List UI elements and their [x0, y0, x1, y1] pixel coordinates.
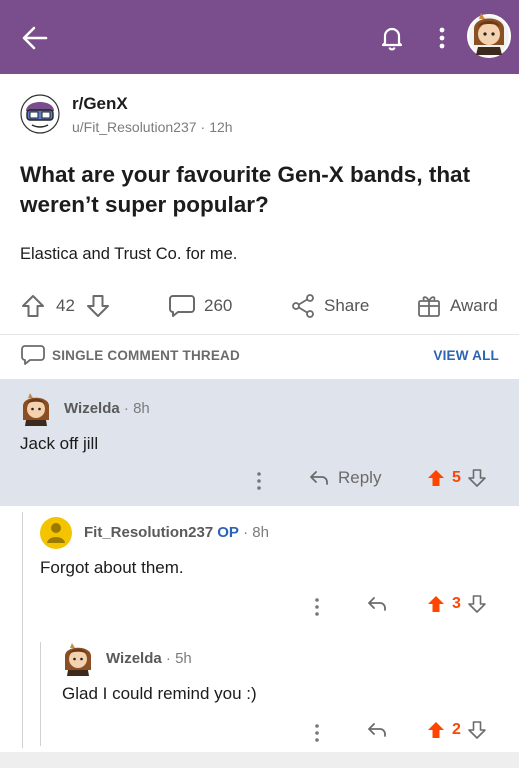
- comment-text: Jack off jill: [20, 434, 99, 453]
- thread-label: SINGLE COMMENT THREAD: [52, 348, 240, 363]
- subreddit-avatar[interactable]: [20, 94, 60, 134]
- comment-vote: 5: [426, 468, 487, 488]
- reply-label: Reply: [338, 468, 382, 487]
- view-all-link[interactable]: VIEW ALL: [433, 348, 499, 363]
- reply-icon: [368, 723, 386, 737]
- top-app-bar: [0, 0, 519, 74]
- comment-1: Wizelda · 8h Jack off jill Reply 5: [20, 392, 500, 502]
- comment-author[interactable]: Wizelda · 8h: [64, 400, 150, 417]
- separator: ·: [200, 119, 206, 135]
- user-avatar[interactable]: [466, 9, 512, 59]
- downvote-icon[interactable]: [467, 594, 487, 614]
- bell-icon[interactable]: [378, 24, 406, 52]
- share-icon: [292, 294, 314, 318]
- upvote-active-icon[interactable]: [426, 720, 446, 740]
- post-body: Elastica and Trust Co. for me.: [20, 245, 238, 263]
- post-age: 12h: [209, 119, 233, 135]
- vote-group: 42: [20, 286, 111, 326]
- back-arrow-icon[interactable]: [20, 24, 50, 52]
- downvote-icon[interactable]: [85, 293, 111, 319]
- comment-vote: 3: [426, 594, 487, 614]
- divider: [0, 334, 519, 335]
- comment-text: Forgot about them.: [40, 558, 184, 577]
- comment-score: 5: [452, 469, 461, 486]
- comment-score: 2: [452, 721, 461, 738]
- award-label: Award: [450, 296, 498, 315]
- comment-actions: 2: [62, 718, 500, 748]
- post-header: r/GenX u/Fit_Resolution237 · 12h: [20, 92, 500, 142]
- more-vertical-icon[interactable]: [312, 722, 322, 744]
- reply-button[interactable]: [366, 594, 396, 614]
- comment-3: Wizelda · 5h Glad I could remind you :) …: [62, 642, 500, 752]
- more-vertical-icon[interactable]: [254, 470, 264, 492]
- comment-author[interactable]: Fit_Resolution237 OP · 8h: [84, 524, 269, 541]
- downvote-icon[interactable]: [467, 720, 487, 740]
- comments-button[interactable]: 260: [168, 286, 232, 326]
- thread-line: [22, 512, 23, 748]
- more-vertical-icon[interactable]: [432, 24, 452, 52]
- reply-button[interactable]: [366, 720, 396, 740]
- subreddit-name[interactable]: r/GenX: [72, 94, 128, 114]
- op-badge: OP: [217, 524, 239, 541]
- bottom-band: [0, 752, 519, 768]
- comment-avatar[interactable]: [20, 392, 52, 426]
- comment-count: 260: [204, 296, 233, 315]
- comment-vote: 2: [426, 720, 487, 740]
- reply-icon: [368, 597, 386, 611]
- comment-text: Glad I could remind you :): [62, 684, 257, 703]
- upvote-active-icon[interactable]: [426, 468, 446, 488]
- thread-line-nested: [40, 642, 41, 746]
- comment-actions: Reply 5: [20, 466, 500, 496]
- comment-score: 3: [452, 595, 461, 612]
- post-title: What are your favourite Gen-X bands, tha…: [20, 162, 471, 217]
- comment-avatar[interactable]: [62, 642, 94, 676]
- reply-button[interactable]: Reply: [308, 468, 381, 488]
- comment-author[interactable]: Wizelda · 5h: [106, 650, 192, 667]
- post-author[interactable]: u/Fit_Resolution237: [72, 119, 197, 135]
- share-button[interactable]: Share: [290, 286, 369, 326]
- thread-bar: SINGLE COMMENT THREAD VIEW ALL: [0, 336, 519, 376]
- more-vertical-icon[interactable]: [312, 596, 322, 618]
- upvote-icon[interactable]: [20, 293, 46, 319]
- upvote-active-icon[interactable]: [426, 594, 446, 614]
- award-icon: [418, 296, 440, 317]
- downvote-icon[interactable]: [467, 468, 487, 488]
- comment-avatar[interactable]: [40, 516, 72, 550]
- share-label: Share: [324, 296, 370, 315]
- comment-actions: 3: [40, 592, 500, 622]
- upvote-count: 42: [56, 296, 75, 315]
- post-meta: u/Fit_Resolution237 · 12h: [72, 119, 233, 135]
- comment-2: Fit_Resolution237 OP · 8h Forgot about th…: [40, 516, 500, 626]
- comment-icon: [169, 295, 195, 317]
- reply-icon: [310, 471, 328, 485]
- comment-thread-icon: [21, 345, 45, 365]
- award-button[interactable]: Award: [416, 286, 498, 326]
- post-actions: 42 260 Share Award: [0, 286, 519, 326]
